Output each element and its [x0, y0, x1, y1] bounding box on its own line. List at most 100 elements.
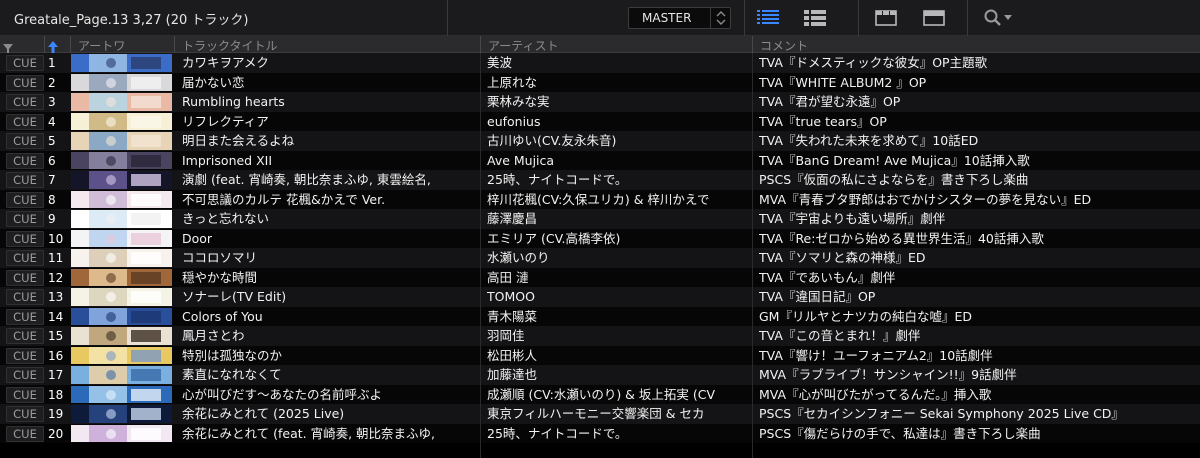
cue-button[interactable]: CUE [6, 289, 44, 305]
track-number: 4 [48, 114, 56, 129]
layout-b-button[interactable] [921, 6, 949, 30]
cue-button[interactable]: CUE [6, 425, 44, 442]
cue-button[interactable]: CUE [6, 386, 44, 403]
column-divider [752, 36, 753, 53]
artwork-image [71, 112, 172, 130]
track-comment: TVA『であいもん』劇伴 [759, 269, 896, 285]
cue-button[interactable]: CUE [6, 406, 44, 422]
deck-select[interactable]: MASTER [628, 7, 731, 29]
track-artist: エミリア (CV.高橋李依) [487, 230, 621, 246]
artwork-image [71, 268, 172, 286]
track-title: きっと忘れない [182, 211, 270, 226]
track-row[interactable]: CUE 4 リフレクティア eufonius TVA『true tears』OP [0, 111, 1200, 131]
track-row[interactable]: CUE 5 明日また会えるよね 古川ゆい(CV.友永朱音) TVA『失われた未来を求めて… [0, 131, 1200, 151]
artwork-image [71, 249, 172, 267]
track-row[interactable]: CUE 19 余花にみとれて (2025 Live) 東京フィルハーモニー交響楽団 &… [0, 404, 1200, 424]
track-number: 13 [48, 290, 64, 304]
cue-button[interactable]: CUE [6, 328, 44, 344]
track-comment: PSCS『セカイシンフォニー Sekai Symphony 2025 Live … [759, 406, 1124, 421]
cue-button[interactable]: CUE [6, 74, 44, 91]
cue-button[interactable]: CUE [6, 211, 44, 227]
track-row[interactable]: CUE 8 不可思議のカルテ 花楓&かえで Ver. 梓川花楓(CV:久保ユリカ) &… [0, 189, 1200, 209]
layout-a-button[interactable] [873, 6, 901, 30]
artwork-thumbnail [71, 327, 172, 345]
artwork-thumbnail [71, 54, 172, 72]
cue-button[interactable]: CUE [6, 230, 44, 247]
track-title: 余花にみとれて (feat. 宵崎奏, 朝比奈まふゆ, [182, 425, 435, 441]
track-comment: MVA『青春ブタ野郎はおでかけシスターの夢を見ない』ED [759, 191, 1092, 207]
cue-button[interactable]: CUE [6, 55, 44, 71]
track-number: 16 [48, 348, 64, 363]
track-number: 20 [48, 426, 64, 441]
list-view-button[interactable] [755, 6, 783, 30]
browser-header: Greatale_Page.13 3,27 (20 トラック) MASTER [0, 0, 1200, 36]
track-row[interactable]: CUE 6 Imprisoned XII Ave Mujica TVA『BanG Dre… [0, 150, 1200, 170]
cue-button[interactable]: CUE [6, 250, 44, 266]
track-row[interactable]: CUE 10 Door エミリア (CV.高橋李依) TVA『Re:ゼロから始める異世界… [0, 228, 1200, 248]
track-row[interactable]: CUE 12 穏やかな時間 高田 漣 TVA『であいもん』劇伴 [0, 267, 1200, 287]
track-row[interactable]: CUE 7 演劇 (feat. 宵崎奏, 朝比奈まふゆ, 東雲絵名, 25時、ナイトコ… [0, 170, 1200, 190]
detail-list-button[interactable] [802, 6, 830, 30]
cue-button[interactable]: CUE [6, 152, 44, 169]
track-title: Door [182, 230, 213, 246]
track-comment: TVA『true tears』OP [759, 113, 887, 129]
track-row[interactable]: CUE 18 心が叫びだす〜あなたの名前呼ぶよ 成瀬順 (CV:水瀬いのり) & 坂上… [0, 384, 1200, 404]
track-number: 10 [48, 231, 64, 246]
track-comment: MVA『心が叫びたがってるんだ。』挿入歌 [759, 386, 992, 402]
artwork-thumbnail [71, 346, 172, 364]
track-artist: 青木陽菜 [487, 308, 538, 324]
search-button[interactable] [982, 6, 1012, 30]
track-row[interactable]: CUE 14 Colors of You 青木陽菜 GM『リルヤとナツカの純白な嘘』ED [0, 306, 1200, 326]
artwork-thumbnail [71, 249, 172, 267]
cue-button[interactable]: CUE [6, 133, 44, 149]
track-comment: TVA『響け！ユーフォニアム2』10話劇伴 [759, 347, 993, 363]
track-row[interactable]: CUE 2 届かない恋 上原れな TVA『WHITE ALBUM2 』OP [0, 72, 1200, 92]
track-comment: TVA『この音とまれ！』劇伴 [759, 328, 921, 343]
updown-arrows-icon[interactable] [710, 8, 730, 28]
track-row[interactable]: CUE 9 きっと忘れない 藤澤慶昌 TVA『宇宙よりも遠い場所』劇伴 [0, 209, 1200, 229]
artwork-thumbnail [71, 229, 172, 247]
cue-button[interactable]: CUE [6, 308, 44, 325]
cue-button[interactable]: CUE [6, 191, 44, 208]
cue-button[interactable]: CUE [6, 347, 44, 364]
header-divider [447, 0, 448, 36]
artwork-thumbnail [71, 93, 172, 111]
track-artist: 松田彬人 [487, 347, 538, 363]
column-comment[interactable]: コメント [760, 37, 808, 54]
column-divider [752, 53, 753, 458]
cue-button[interactable]: CUE [6, 94, 44, 110]
track-row[interactable]: CUE 11 ココロソマリ 水瀬いのり TVA『ソマリと森の神様』ED [0, 248, 1200, 268]
playlist-title: Greatale_Page.13 3,27 (20 トラック) [14, 13, 249, 28]
track-row[interactable]: CUE 1 カワキヲアメク 美波 TVA『ドメスティックな彼女』OP主題歌 [0, 53, 1200, 73]
track-title: 穏やかな時間 [182, 269, 258, 285]
track-comment: TVA『BanG Dream! Ave Mujica』10話挿入歌 [759, 152, 1030, 168]
cue-button[interactable]: CUE [6, 172, 44, 188]
cue-button[interactable]: CUE [6, 367, 44, 383]
track-row[interactable]: CUE 17 素直になれなくて 加藤達也 MVA『ラブライブ！サンシャイン!!』9話劇伴 [0, 365, 1200, 385]
track-row[interactable]: CUE 15 鳳月さとわ 羽岡佳 TVA『この音とまれ！』劇伴 [0, 326, 1200, 346]
track-row[interactable]: CUE 3 Rumbling hearts 栗林みな実 TVA『君が望む永遠』OP [0, 92, 1200, 112]
track-row[interactable]: CUE 13 ソナーレ(TV Edit) TOMOO TVA『違国日記』OP [0, 287, 1200, 307]
track-row[interactable]: CUE 20 余花にみとれて (feat. 宵崎奏, 朝比奈まふゆ, 25時、ナイトコ… [0, 423, 1200, 443]
track-title: ココロソマリ [182, 250, 258, 265]
track-artist: 25時、ナイトコードで。 [487, 172, 628, 187]
track-number: 18 [48, 387, 64, 402]
track-title: Colors of You [182, 308, 263, 324]
column-title[interactable]: トラックタイトル [182, 37, 278, 54]
track-title: ソナーレ(TV Edit) [182, 289, 287, 304]
column-artwork[interactable]: アートワ [78, 37, 125, 54]
cue-button[interactable]: CUE [6, 113, 44, 130]
track-artist: 梓川花楓(CV:久保ユリカ) & 梓川かえで [487, 191, 710, 207]
track-number: 6 [48, 153, 56, 168]
track-row[interactable]: CUE 16 特別は孤独なのか 松田彬人 TVA『響け！ユーフォニアム2』10話劇伴 [0, 345, 1200, 365]
track-number: 8 [48, 192, 56, 207]
artwork-thumbnail [71, 132, 172, 150]
artwork-thumbnail [71, 307, 172, 325]
track-artist: 上原れな [487, 74, 538, 90]
track-comment: TVA『ソマリと森の神様』ED [759, 250, 926, 265]
track-title: 余花にみとれて (2025 Live) [182, 406, 345, 421]
cue-button[interactable]: CUE [6, 269, 44, 286]
column-artist[interactable]: アーティスト [488, 37, 559, 54]
track-comment: MVA『ラブライブ！サンシャイン!!』9話劇伴 [759, 367, 1017, 382]
track-number: 19 [48, 407, 64, 421]
